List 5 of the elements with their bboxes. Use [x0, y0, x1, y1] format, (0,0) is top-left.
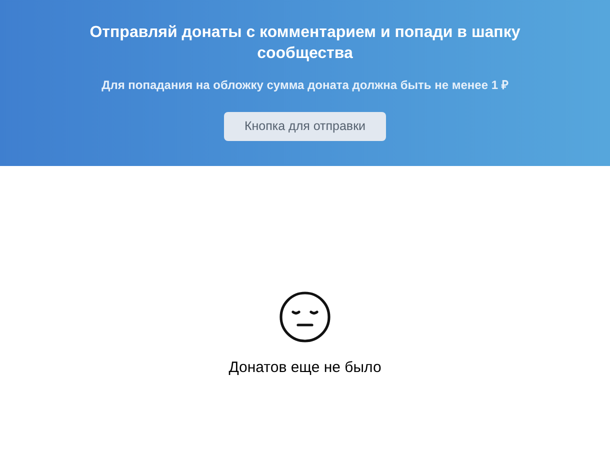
banner-subtitle: Для попадания на обложку сумма доната должна быть не менее 1 ₽ — [102, 77, 508, 94]
neutral-face-icon — [279, 291, 331, 343]
send-button[interactable]: Кнопка для отправки — [224, 112, 386, 141]
empty-message: Донатов еще не было — [228, 358, 382, 378]
banner-title: Отправляй донаты с комментарием и попади в шапку сообщества — [88, 23, 522, 64]
